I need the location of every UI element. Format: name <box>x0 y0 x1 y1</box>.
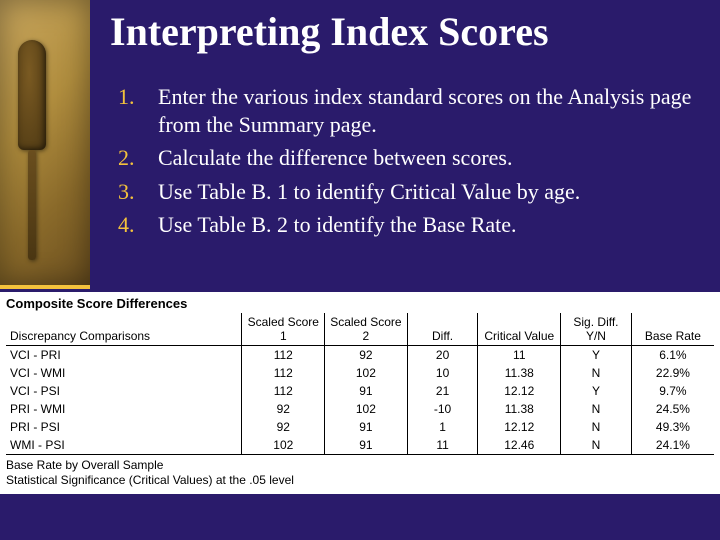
cell-yn: N <box>561 400 632 418</box>
col-br: Base Rate <box>631 313 714 346</box>
cell-comp: PRI - PSI <box>6 418 242 436</box>
list-item: 1. Enter the various index standard scor… <box>118 83 700 138</box>
cell-s1: 112 <box>242 364 325 382</box>
col-s1: Scaled Score 1 <box>242 313 325 346</box>
accent-divider <box>0 285 90 289</box>
cell-diff: 20 <box>407 346 478 365</box>
list-number: 3. <box>118 178 158 206</box>
list-number: 1. <box>118 83 158 138</box>
cell-comp: WMI - PSI <box>6 436 242 455</box>
cell-s1: 92 <box>242 418 325 436</box>
table-body: VCI - PRI 112 92 20 11 Y 6.1% VCI - WMI … <box>6 346 714 455</box>
list-item: 3. Use Table B. 1 to identify Critical V… <box>118 178 700 206</box>
col-diff: Diff. <box>407 313 478 346</box>
table-row: PRI - PSI 92 91 1 12.12 N 49.3% <box>6 418 714 436</box>
cell-cv: 12.12 <box>478 418 561 436</box>
cell-s1: 102 <box>242 436 325 455</box>
cell-yn: N <box>561 418 632 436</box>
col-s2: Scaled Score 2 <box>325 313 408 346</box>
cell-comp: VCI - PSI <box>6 382 242 400</box>
cell-diff: -10 <box>407 400 478 418</box>
cell-comp: VCI - PRI <box>6 346 242 365</box>
table-row: WMI - PSI 102 91 11 12.46 N 24.1% <box>6 436 714 455</box>
cell-s1: 112 <box>242 382 325 400</box>
cell-comp: PRI - WMI <box>6 400 242 418</box>
cell-diff: 21 <box>407 382 478 400</box>
cell-s2: 92 <box>325 346 408 365</box>
cell-s1: 92 <box>242 400 325 418</box>
cell-cv: 12.46 <box>478 436 561 455</box>
cell-diff: 1 <box>407 418 478 436</box>
cell-cv: 11.38 <box>478 400 561 418</box>
cell-s2: 91 <box>325 436 408 455</box>
cell-cv: 12.12 <box>478 382 561 400</box>
cell-yn: N <box>561 364 632 382</box>
cell-yn: Y <box>561 382 632 400</box>
list-text: Enter the various index standard scores … <box>158 83 700 138</box>
slide-content: Interpreting Index Scores 1. Enter the v… <box>110 8 700 245</box>
numbered-list: 1. Enter the various index standard scor… <box>110 83 700 239</box>
cell-br: 9.7% <box>631 382 714 400</box>
cell-comp: VCI - WMI <box>6 364 242 382</box>
page-title: Interpreting Index Scores <box>110 8 700 55</box>
cell-diff: 11 <box>407 436 478 455</box>
col-comp: Discrepancy Comparisons <box>6 313 242 346</box>
cell-yn: Y <box>561 346 632 365</box>
composite-table: Discrepancy Comparisons Scaled Score 1 S… <box>6 313 714 455</box>
cell-br: 24.5% <box>631 400 714 418</box>
col-cv: Critical Value <box>478 313 561 346</box>
composite-table-area: Composite Score Differences Discrepancy … <box>0 292 720 494</box>
list-item: 4. Use Table B. 2 to identify the Base R… <box>118 211 700 239</box>
cell-cv: 11.38 <box>478 364 561 382</box>
cell-br: 22.9% <box>631 364 714 382</box>
cell-s2: 102 <box>325 364 408 382</box>
cell-br: 6.1% <box>631 346 714 365</box>
table-row: PRI - WMI 92 102 -10 11.38 N 24.5% <box>6 400 714 418</box>
cell-s2: 102 <box>325 400 408 418</box>
cell-br: 49.3% <box>631 418 714 436</box>
list-text: Use Table B. 2 to identify the Base Rate… <box>158 211 700 239</box>
cell-s2: 91 <box>325 418 408 436</box>
list-number: 4. <box>118 211 158 239</box>
col-yn: Sig. Diff. Y/N <box>561 313 632 346</box>
table-header-row: Discrepancy Comparisons Scaled Score 1 S… <box>6 313 714 346</box>
footnote-line: Base Rate by Overall Sample <box>6 458 714 473</box>
cell-s1: 112 <box>242 346 325 365</box>
table-row: VCI - WMI 112 102 10 11.38 N 22.9% <box>6 364 714 382</box>
list-number: 2. <box>118 144 158 172</box>
footnote-line: Statistical Significance (Critical Value… <box>6 473 714 488</box>
list-text: Calculate the difference between scores. <box>158 144 700 172</box>
cell-diff: 10 <box>407 364 478 382</box>
table-row: VCI - PSI 112 91 21 12.12 Y 9.7% <box>6 382 714 400</box>
list-text: Use Table B. 1 to identify Critical Valu… <box>158 178 700 206</box>
table-title: Composite Score Differences <box>6 296 714 311</box>
list-item: 2. Calculate the difference between scor… <box>118 144 700 172</box>
table-row: VCI - PRI 112 92 20 11 Y 6.1% <box>6 346 714 365</box>
decorative-key-image <box>0 0 90 285</box>
table-footnotes: Base Rate by Overall Sample Statistical … <box>6 458 714 488</box>
cell-s2: 91 <box>325 382 408 400</box>
cell-yn: N <box>561 436 632 455</box>
cell-br: 24.1% <box>631 436 714 455</box>
cell-cv: 11 <box>478 346 561 365</box>
